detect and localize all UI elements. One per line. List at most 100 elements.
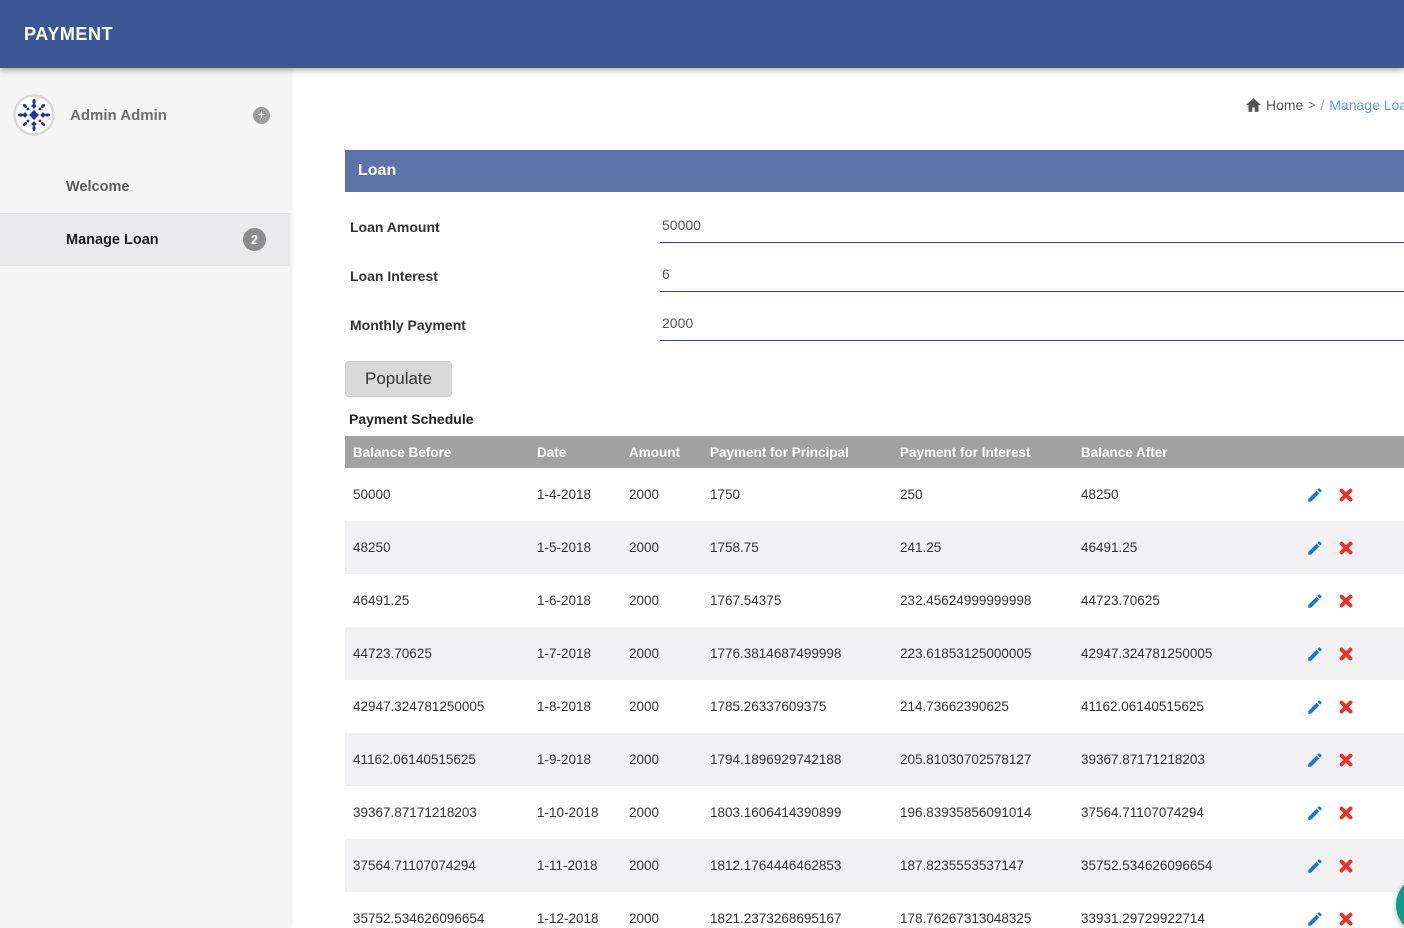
delete-button[interactable] <box>1338 911 1354 927</box>
delete-button[interactable] <box>1338 752 1354 768</box>
cell-payment-for-interest: 205.81030702578127 <box>892 733 1073 786</box>
cell-amount: 2000 <box>621 574 702 627</box>
column-header-amount: Amount <box>621 436 702 468</box>
cell-amount: 2000 <box>621 786 702 839</box>
monthly-payment-input[interactable] <box>660 312 1404 341</box>
loan-panel: Loan Loan Amount Loan Interest Monthly P… <box>345 150 1404 928</box>
table-row: 42947.3247812500051-8-201820001785.26337… <box>345 680 1404 733</box>
breadcrumb: Home > / Manage Loan <box>1246 97 1404 113</box>
cell-date: 1-5-2018 <box>529 521 621 574</box>
app-title: PAYMENT <box>24 24 113 45</box>
cell-actions <box>1298 733 1362 786</box>
cell-payment-for-interest: 178.76267313048325 <box>892 892 1073 928</box>
breadcrumb-current-link[interactable]: Manage Loan <box>1329 97 1404 113</box>
edit-button[interactable] <box>1306 645 1324 663</box>
x-icon <box>1338 544 1354 559</box>
x-icon <box>1338 756 1354 771</box>
sidebar-item-manage-loan[interactable]: Manage Loan 2 <box>0 213 290 266</box>
form-row-loan-interest: Loan Interest <box>345 263 1404 292</box>
column-header-date: Date <box>529 436 621 468</box>
cell-payment-for-principal: 1821.2373268695167 <box>702 892 892 928</box>
home-icon <box>1246 98 1261 112</box>
cell-payment-for-principal: 1750 <box>702 468 892 521</box>
loan-interest-input[interactable] <box>660 263 1404 292</box>
table-row: 37564.711070742941-11-201820001812.17644… <box>345 839 1404 892</box>
cell-balance-before: 37564.71107074294 <box>345 839 529 892</box>
column-header-actions <box>1298 436 1362 468</box>
table-row: 482501-5-201820001758.75241.2546491.25 <box>345 521 1404 574</box>
delete-button[interactable] <box>1338 593 1354 609</box>
populate-button[interactable]: Populate <box>345 361 452 397</box>
cell-payment-for-principal: 1767.54375 <box>702 574 892 627</box>
user-name: Admin Admin <box>70 107 253 124</box>
plus-icon[interactable]: + <box>253 107 270 124</box>
column-header-balance-before: Balance Before <box>345 436 529 468</box>
pencil-icon <box>1306 492 1324 507</box>
column-header-balance-after: Balance After <box>1073 436 1298 468</box>
cell-balance-after: 35752.534626096654 <box>1073 839 1298 892</box>
table-row: 35752.5346260966541-12-201820001821.2373… <box>345 892 1404 928</box>
form-row-monthly-payment: Monthly Payment <box>345 312 1404 341</box>
x-icon <box>1338 809 1354 824</box>
cell-payment-for-interest: 196.83935856091014 <box>892 786 1073 839</box>
count-badge: 2 <box>243 228 266 251</box>
column-header-payment-for-principal: Payment for Principal <box>702 436 892 468</box>
sidebar: Admin Admin + Welcome Manage Loan 2 <box>0 68 290 928</box>
cell-filler <box>1362 680 1404 733</box>
cell-filler <box>1362 521 1404 574</box>
delete-button[interactable] <box>1338 646 1354 662</box>
x-icon <box>1338 915 1354 928</box>
loan-form: Loan Amount Loan Interest Monthly Paymen… <box>345 214 1404 341</box>
cell-balance-after: 41162.06140515625 <box>1073 680 1298 733</box>
delete-button[interactable] <box>1338 805 1354 821</box>
cell-balance-after: 42947.324781250005 <box>1073 627 1298 680</box>
column-header-payment-for-interest: Payment for Interest <box>892 436 1073 468</box>
payment-schedule-title: Payment Schedule <box>349 411 1404 427</box>
cell-balance-before: 44723.70625 <box>345 627 529 680</box>
edit-button[interactable] <box>1306 539 1324 557</box>
edit-button[interactable] <box>1306 751 1324 769</box>
sidebar-user-block: Admin Admin + <box>0 68 290 136</box>
edit-button[interactable] <box>1306 857 1324 875</box>
edit-button[interactable] <box>1306 486 1324 504</box>
cell-balance-before: 39367.87171218203 <box>345 786 529 839</box>
cell-date: 1-11-2018 <box>529 839 621 892</box>
table-row: 41162.061405156251-9-201820001794.189692… <box>345 733 1404 786</box>
pencil-icon <box>1306 863 1324 878</box>
cell-payment-for-principal: 1758.75 <box>702 521 892 574</box>
cell-balance-after: 39367.87171218203 <box>1073 733 1298 786</box>
breadcrumb-separator: > <box>1308 98 1315 112</box>
delete-button[interactable] <box>1338 699 1354 715</box>
delete-button[interactable] <box>1338 540 1354 556</box>
schedule-header-row: Balance BeforeDateAmountPayment for Prin… <box>345 436 1404 468</box>
breadcrumb-slash: / <box>1320 97 1324 113</box>
breadcrumb-home-link[interactable]: Home <box>1266 97 1303 113</box>
loan-amount-input[interactable] <box>660 214 1404 243</box>
cell-balance-after: 48250 <box>1073 468 1298 521</box>
edit-button[interactable] <box>1306 592 1324 610</box>
cell-filler <box>1362 786 1404 839</box>
loan-amount-label: Loan Amount <box>345 214 660 243</box>
delete-button[interactable] <box>1338 487 1354 503</box>
cell-payment-for-principal: 1803.1606414390899 <box>702 786 892 839</box>
cell-amount: 2000 <box>621 627 702 680</box>
pencil-icon <box>1306 757 1324 772</box>
cell-date: 1-10-2018 <box>529 786 621 839</box>
sidebar-item-welcome[interactable]: Welcome <box>0 160 290 213</box>
x-icon <box>1338 597 1354 612</box>
pencil-icon <box>1306 810 1324 825</box>
edit-button[interactable] <box>1306 804 1324 822</box>
cell-payment-for-interest: 250 <box>892 468 1073 521</box>
table-row: 46491.251-6-201820001767.54375232.456249… <box>345 574 1404 627</box>
sidebar-item-label: Manage Loan <box>66 232 159 248</box>
cell-balance-after: 37564.71107074294 <box>1073 786 1298 839</box>
sidebar-item-label: Welcome <box>66 179 129 195</box>
cell-balance-before: 35752.534626096654 <box>345 892 529 928</box>
cell-balance-before: 50000 <box>345 468 529 521</box>
cell-amount: 2000 <box>621 521 702 574</box>
edit-button[interactable] <box>1306 698 1324 716</box>
cell-payment-for-principal: 1812.1764446462853 <box>702 839 892 892</box>
cell-filler <box>1362 574 1404 627</box>
delete-button[interactable] <box>1338 858 1354 874</box>
edit-button[interactable] <box>1306 910 1324 928</box>
